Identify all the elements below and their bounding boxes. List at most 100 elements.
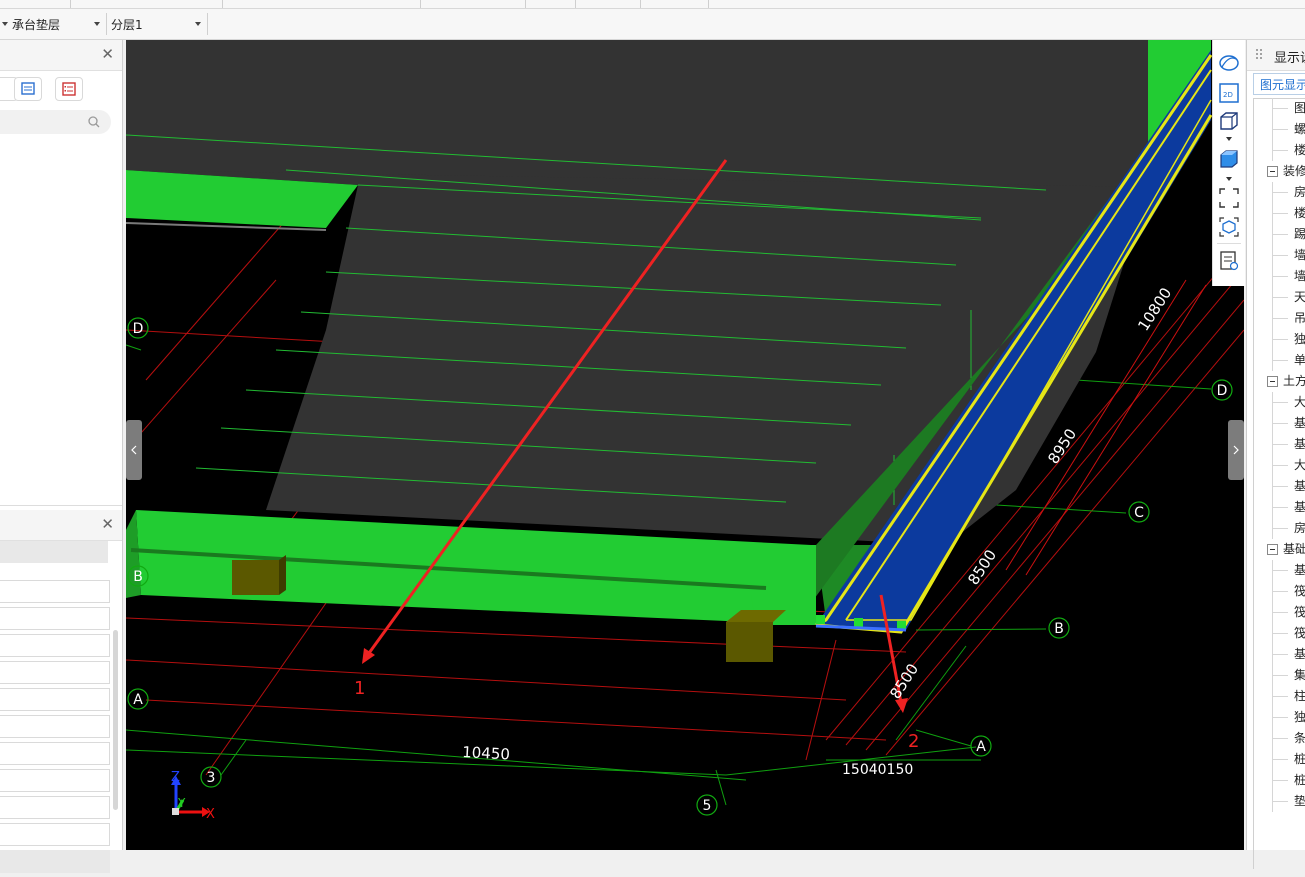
tree-item[interactable]: 基 bbox=[1253, 434, 1305, 455]
axis-z-label: Z bbox=[171, 770, 180, 785]
drag-handle-icon[interactable] bbox=[1255, 48, 1263, 62]
search-input[interactable] bbox=[0, 110, 111, 134]
axis-line bbox=[126, 279, 277, 451]
close-icon[interactable]: ✕ bbox=[101, 516, 114, 532]
tree-item[interactable]: 筏 bbox=[1253, 602, 1305, 623]
tree-item[interactable]: 墙 bbox=[1253, 266, 1305, 287]
tree-group[interactable]: 土方 bbox=[1253, 371, 1305, 392]
tree-item[interactable]: 螺 bbox=[1253, 119, 1305, 140]
pile-cap bbox=[232, 560, 279, 595]
tree-item[interactable]: 基 bbox=[1253, 413, 1305, 434]
tree-item[interactable]: 条 bbox=[1253, 728, 1305, 749]
axis-y-label: Y bbox=[177, 796, 186, 810]
view-toolbar: 2D bbox=[1212, 40, 1245, 286]
property-row[interactable] bbox=[0, 688, 110, 711]
tree-item[interactable]: 桩 bbox=[1253, 770, 1305, 791]
divider bbox=[0, 505, 122, 506]
3d-viewport[interactable]: D B A 3 5 A B C D 10450 10800 8950 8500 … bbox=[126, 40, 1244, 850]
scrollbar[interactable] bbox=[113, 630, 118, 810]
property-row[interactable] bbox=[0, 823, 110, 846]
tree-label: 墙 bbox=[1294, 269, 1305, 283]
tree-label: 集 bbox=[1294, 668, 1305, 682]
tree-group[interactable]: 基础 bbox=[1253, 539, 1305, 560]
display-settings-header: 显示设 bbox=[1247, 40, 1305, 71]
tree-group[interactable]: 装修 bbox=[1253, 161, 1305, 182]
layer-combo[interactable]: 承台垫层 bbox=[8, 13, 107, 35]
chevron-down-icon[interactable] bbox=[1226, 177, 1232, 181]
tree-item[interactable]: 房 bbox=[1253, 518, 1305, 539]
sublayer-combo[interactable]: 分层1 bbox=[107, 13, 208, 35]
tree-item[interactable]: 大 bbox=[1253, 392, 1305, 413]
tree-item[interactable]: 基 bbox=[1253, 560, 1305, 581]
property-row[interactable] bbox=[0, 580, 110, 603]
property-row[interactable] bbox=[0, 742, 110, 765]
tree-label: 基 bbox=[1294, 479, 1305, 493]
left-collapse-tab[interactable] bbox=[126, 420, 142, 480]
tree-item[interactable]: 独 bbox=[1253, 329, 1305, 350]
chevron-left-icon bbox=[131, 445, 137, 455]
axis-line bbox=[126, 729, 747, 781]
tab-element-display[interactable]: 图元显示 bbox=[1253, 73, 1305, 95]
tree-item[interactable]: 房 bbox=[1253, 182, 1305, 203]
tree-item[interactable]: 踢 bbox=[1253, 224, 1305, 245]
tree-label: 单 bbox=[1294, 353, 1305, 367]
tree-item[interactable]: 独 bbox=[1253, 707, 1305, 728]
axis-label-B-right: B bbox=[1054, 621, 1064, 637]
tree-label: 桩 bbox=[1294, 773, 1305, 787]
tree-item[interactable]: 天 bbox=[1253, 287, 1305, 308]
property-row[interactable] bbox=[0, 634, 110, 657]
property-list-icon bbox=[62, 82, 76, 96]
tree-item[interactable]: 墙 bbox=[1253, 245, 1305, 266]
collapse-icon[interactable] bbox=[1267, 544, 1278, 555]
property-row[interactable] bbox=[0, 715, 110, 738]
property-row[interactable] bbox=[0, 607, 110, 630]
tree-item[interactable]: 集 bbox=[1253, 665, 1305, 686]
slab-top bbox=[126, 40, 1211, 187]
properties-list bbox=[0, 580, 110, 877]
property-row[interactable] bbox=[0, 661, 110, 684]
svg-text:2D: 2D bbox=[1223, 91, 1233, 99]
tree-item[interactable]: 单 bbox=[1253, 350, 1305, 371]
tree-item[interactable]: 吊 bbox=[1253, 308, 1305, 329]
property-view-button[interactable] bbox=[55, 77, 83, 101]
tree-label: 基 bbox=[1294, 437, 1305, 451]
tree-item[interactable]: 柱 bbox=[1253, 686, 1305, 707]
collapse-icon[interactable] bbox=[1267, 166, 1278, 177]
property-row[interactable] bbox=[0, 769, 110, 792]
tree-item[interactable]: 大 bbox=[1253, 455, 1305, 476]
view-2d-icon[interactable]: 2D bbox=[1218, 82, 1240, 104]
list-view-button[interactable] bbox=[14, 77, 42, 101]
tree-item[interactable]: 筏 bbox=[1253, 623, 1305, 644]
axis-label-B: B bbox=[133, 569, 143, 585]
tree-item[interactable]: 筏 bbox=[1253, 581, 1305, 602]
right-collapse-tab[interactable] bbox=[1228, 420, 1244, 480]
close-icon[interactable]: ✕ bbox=[101, 46, 114, 62]
tree-item[interactable]: 基 bbox=[1253, 644, 1305, 665]
model-canvas[interactable]: D B A 3 5 A B C D 10450 10800 8950 8500 … bbox=[126, 40, 1244, 850]
axis-line bbox=[915, 729, 972, 747]
tree-label: 筏 bbox=[1294, 626, 1305, 640]
tree-item[interactable]: 图 bbox=[1253, 98, 1305, 119]
view-solid-box-icon[interactable] bbox=[1218, 148, 1240, 170]
tree-item[interactable]: 楼 bbox=[1253, 140, 1305, 161]
view-3d-box-icon[interactable] bbox=[1218, 110, 1240, 132]
axis-line bbox=[1075, 379, 1212, 390]
properties-view-icon[interactable] bbox=[1218, 250, 1240, 272]
dimension-label: 10450 bbox=[462, 743, 511, 763]
axis-line bbox=[915, 628, 1047, 631]
select-3d-icon[interactable] bbox=[1218, 216, 1240, 238]
fit-view-icon[interactable] bbox=[1218, 187, 1240, 209]
tree-item[interactable]: 楼 bbox=[1253, 203, 1305, 224]
tree-label: 图 bbox=[1294, 101, 1305, 115]
tree-item[interactable]: 基 bbox=[1253, 476, 1305, 497]
orbit-icon[interactable] bbox=[1218, 52, 1240, 74]
property-group-row[interactable] bbox=[0, 850, 110, 873]
axis-label-3: 3 bbox=[207, 770, 216, 786]
tree-item[interactable]: 桩 bbox=[1253, 749, 1305, 770]
tree-item[interactable]: 基 bbox=[1253, 497, 1305, 518]
collapse-icon[interactable] bbox=[1267, 376, 1278, 387]
tree-item[interactable]: 垫 bbox=[1253, 791, 1305, 812]
chevron-down-icon[interactable] bbox=[1226, 137, 1232, 141]
property-row[interactable] bbox=[0, 796, 110, 819]
properties-panel-header: ✕ bbox=[0, 510, 122, 541]
